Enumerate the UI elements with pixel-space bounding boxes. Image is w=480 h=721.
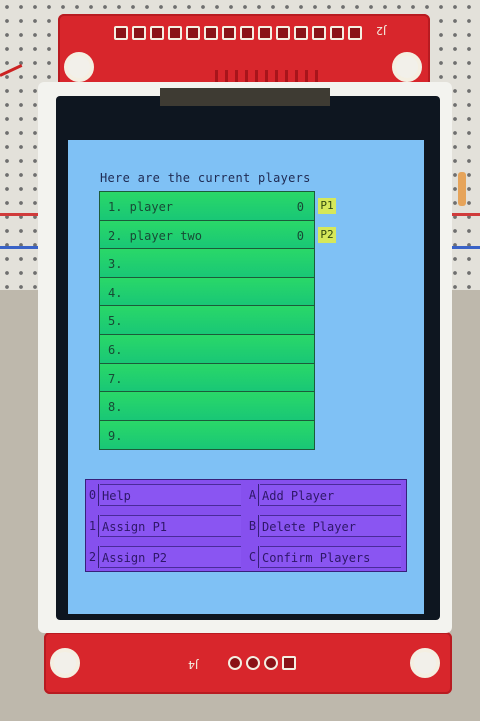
player-slot-8[interactable]: 8. (100, 392, 314, 421)
player-slot-7[interactable]: 7. (100, 363, 314, 393)
resistor (458, 172, 466, 206)
pcb-bottom-label: J4 (188, 658, 199, 671)
menu-label: Assign P1 (100, 515, 241, 537)
player-slot-label: 3. (108, 257, 123, 272)
menu-confirm-players[interactable]: C Confirm Players (246, 542, 407, 573)
mount-hole (64, 52, 94, 82)
mount-hole (410, 648, 440, 678)
menu-label: Add Player (260, 484, 401, 506)
flex-cable (160, 88, 330, 106)
player-slot-label: 6. (108, 342, 123, 357)
action-menu: 0 Help A Add Player 1 Assign P1 B Delete… (85, 479, 407, 572)
pcb-bottom: J4 (44, 632, 452, 694)
player-1-badge: P1 (318, 198, 336, 214)
menu-key: B (247, 515, 259, 537)
player-slot-label: 7. (108, 371, 123, 386)
player-2-badge: P2 (318, 227, 336, 243)
player-score: 0 (296, 228, 304, 243)
menu-key: A (247, 484, 259, 506)
players-list: 1. player 0 2. player two 0 3. 4. 5. 6. … (99, 191, 315, 451)
menu-assign-p2[interactable]: 2 Assign P2 (86, 542, 246, 573)
menu-add-player[interactable]: A Add Player (246, 480, 407, 511)
players-title: Here are the current players (100, 171, 311, 185)
menu-key: 1 (87, 515, 99, 537)
menu-key: 2 (87, 546, 99, 568)
menu-key: C (247, 546, 259, 568)
player-slot-1[interactable]: 1. player 0 (100, 192, 314, 221)
menu-help[interactable]: 0 Help (86, 480, 246, 511)
menu-label: Confirm Players (260, 546, 401, 568)
player-slot-3[interactable]: 3. (100, 249, 314, 278)
player-slot-9[interactable]: 9. (100, 420, 314, 450)
player-slot-label: 5. (108, 314, 123, 329)
mount-hole (392, 52, 422, 82)
menu-assign-p1[interactable]: 1 Assign P1 (86, 511, 246, 542)
header-pins (114, 26, 362, 40)
player-slot-label: 4. (108, 285, 123, 300)
bottom-header-pins (228, 656, 296, 670)
player-slot-5[interactable]: 5. (100, 306, 314, 335)
menu-label: Assign P2 (100, 546, 241, 568)
player-slot-label: 8. (108, 400, 123, 415)
menu-key: 0 (87, 484, 99, 506)
player-slot-label: 2. player two (108, 228, 202, 243)
menu-label: Help (100, 484, 241, 506)
player-slot-4[interactable]: 4. (100, 277, 314, 307)
player-score: 0 (296, 200, 304, 214)
mount-hole (50, 648, 80, 678)
menu-delete-player[interactable]: B Delete Player (246, 511, 407, 542)
pcb-top-label: J2 (376, 24, 387, 37)
menu-label: Delete Player (260, 515, 401, 537)
player-slot-label: 1. player (108, 200, 174, 214)
player-slot-2[interactable]: 2. player two 0 (100, 220, 314, 250)
player-slot-label: 9. (108, 428, 123, 443)
player-slot-6[interactable]: 6. (100, 334, 314, 364)
